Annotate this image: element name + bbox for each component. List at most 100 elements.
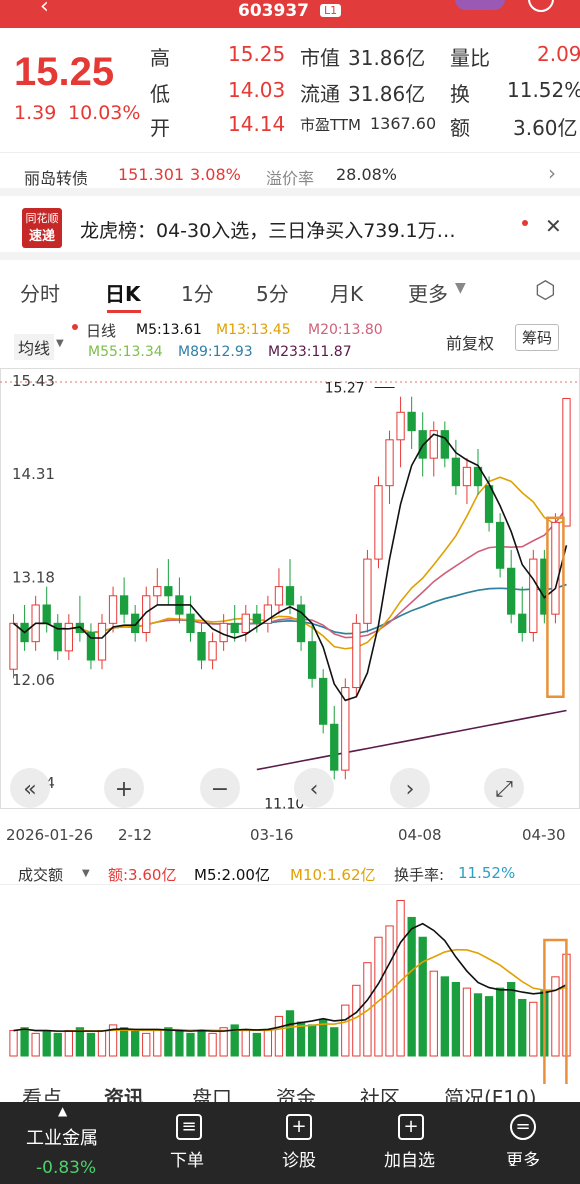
candle-body [97,622,107,661]
volume-bar [197,1030,206,1057]
volume-bar [352,984,361,1057]
candle-body [108,595,118,624]
zoom-out-icon-glyph: − [211,777,229,802]
value-pe: 1367.60 [370,114,437,133]
vol-m10-value: M10:1.62亿 [290,866,376,884]
dragon-tiger-news[interactable]: 同花顺 速递 龙虎榜：04-30入选，三日净买入739.1万… ✕ [0,200,580,260]
high-annotation: 15.27 [325,381,365,397]
volume-bar [462,987,472,1057]
price-change: 1.39 [14,102,57,124]
volume-bar [42,1030,51,1057]
label-mktcap: 市值 [300,46,340,70]
candle-body [562,398,571,527]
volume-bar [142,1032,151,1057]
candle-body [252,613,261,624]
order-button[interactable]: 下单 [170,1146,204,1171]
chips-button[interactable]: 筹码 [515,324,560,351]
volume-bar [429,970,438,1057]
volume-bar [75,1027,85,1057]
ma13-value: M13:13.45 [216,322,291,338]
tab-daily-k[interactable]: 日K [105,278,141,307]
volume-bar [274,1015,284,1057]
premium-value: 28.08% [336,165,398,184]
avatar[interactable] [455,0,505,10]
bond-pct: 3.08% [190,165,241,184]
zoom-back-icon-glyph: « [23,777,36,802]
value-mktcap: 31.86亿 [348,46,426,70]
candle-body [9,622,18,670]
value-amount: 3.60亿 [513,116,578,140]
logo-bottom: 速递 [28,229,55,244]
tab-monthly-k[interactable]: 月K [330,278,363,307]
kline-chart[interactable]: 15.4314.3113.1812.0610.9415.2711.10«+−‹›… [0,368,580,848]
volume-bar [219,1027,228,1057]
subtab-orderbook[interactable]: 盘口 [192,1082,232,1102]
premium-label: 溢价率 [266,169,315,188]
ma233-line [256,709,567,771]
candle-body [374,485,383,560]
top-bar: ‹ 603937 L1 [0,0,580,28]
subtab-community[interactable]: 社区 [360,1082,400,1102]
candle-body [274,586,284,606]
ma-legend: 均线 ▼ 日线 M5:13.61 M13:13.45 M20:13.80 M55… [0,318,580,368]
label-open: 开 [150,116,170,140]
search-icon[interactable] [528,0,554,12]
subtab-news[interactable]: 资讯 [104,1082,144,1102]
order-icon[interactable]: ≡ [176,1114,202,1140]
candle-body [518,613,527,634]
volume-bar [186,1032,195,1057]
more-button[interactable]: 更多 [506,1146,540,1166]
tab-more[interactable]: 更多 [408,278,448,307]
tab-intraday[interactable]: 分时 [20,278,60,307]
caret-down-icon: ▼ [455,280,466,296]
ma89-value: M89:12.93 [178,344,253,360]
candle-body [86,632,96,661]
ma55-value: M55:13.34 [88,344,163,360]
subtab-f10[interactable]: 简况(F10) [444,1082,537,1102]
amount-value: 额:3.60亿 [108,866,177,884]
settings-icon[interactable]: ⬡ [535,276,556,304]
volume-bar [208,1032,217,1057]
bond-price: 151.301 [118,165,185,184]
candle-body [164,586,173,597]
value-low: 14.03 [228,78,286,102]
label-amount: 额 [450,116,470,140]
sector-name[interactable]: 工业金属 [26,1124,98,1150]
zoom-in-icon-glyph: + [115,777,133,802]
y-tick-label: 15.43 [12,372,55,390]
back-icon[interactable]: ‹ [40,0,49,19]
diagnose-button[interactable]: 诊股 [282,1146,316,1171]
volume-bar [451,981,461,1057]
candle-body [330,723,339,771]
volume-bar [252,1032,261,1057]
ma-selector[interactable]: 均线 [14,334,55,360]
candle-body [241,613,250,634]
x-tick-label: 2-12 [118,826,152,844]
convertible-bond-row[interactable]: 丽岛转债 151.301 3.08% 溢价率 28.08% › [0,152,580,196]
x-tick-label: 03-16 [250,826,294,844]
subtab-highlights[interactable]: 看点 [22,1082,62,1102]
volume-bar [307,1024,317,1057]
news-text: 龙虎榜：04-30入选，三日净买入739.1万… [80,220,456,242]
more-icon[interactable]: = [510,1114,536,1140]
volume-title[interactable]: 成交额 [18,864,63,885]
unread-dot [522,220,528,226]
value-turnover: 11.52% [507,78,580,102]
tab-1min[interactable]: 1分 [181,278,214,307]
candle-body [186,613,195,634]
volume-chart[interactable] [0,884,580,1084]
adjust-mode[interactable]: 前复权 [446,330,494,354]
close-icon[interactable]: ✕ [545,214,562,238]
add-watchlist-button[interactable]: 加自选 [384,1146,435,1171]
volume-bar [164,1027,173,1057]
prev-icon-glyph: ‹ [310,777,319,802]
tab-5min[interactable]: 5分 [256,278,289,307]
candle-body [64,622,73,652]
add-watchlist-icon[interactable]: + [398,1114,424,1140]
diagnose-icon[interactable]: + [286,1114,312,1140]
volume-bar [131,1030,140,1057]
legend-dot [72,324,78,330]
label-low: 低 [150,82,170,106]
volume-bar [9,1030,18,1057]
subtab-funds[interactable]: 资金 [276,1082,316,1102]
